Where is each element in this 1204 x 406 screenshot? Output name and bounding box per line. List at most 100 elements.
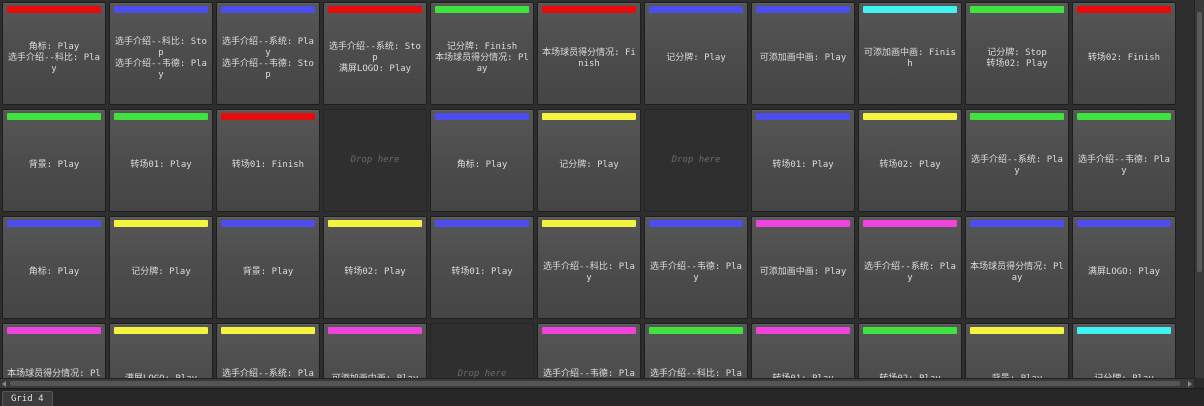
cell-color-bar [221,113,315,120]
drop-here-label: Drop here [457,369,507,378]
cell-color-bar [542,327,636,334]
grid-cell[interactable]: 转场01: Play [751,109,855,212]
grid-cell[interactable]: 记分牌: Play [1072,323,1176,378]
cell-color-bar [649,6,743,13]
grid-cell[interactable]: 选手介绍--科比: Play [537,216,641,319]
cell-color-bar [435,6,529,13]
grid-cell-empty[interactable]: Drop here [323,109,427,212]
cell-color-bar [1077,327,1171,334]
grid-cell[interactable]: 记分牌: Play [109,216,213,319]
horizontal-scrollbar-thumb[interactable] [10,381,1180,386]
cell-label: 转场01: Play [451,267,513,277]
cell-color-bar [970,6,1064,13]
grid-cell[interactable]: 角标: Play [2,216,106,319]
grid-cell[interactable]: 背景: Play [2,109,106,212]
tab-grid-4[interactable]: Grid 4 [2,391,53,406]
scroll-right-arrow-icon[interactable] [1188,381,1192,387]
grid-cell[interactable]: 转场02: Finish [1072,2,1176,105]
cell-label: 选手介绍--科比: Play [543,261,635,283]
grid-cell[interactable]: 选手介绍--系统: Play 选手介绍--韦德: Stop [216,2,320,105]
cell-color-bar [114,113,208,120]
cell-label: 角标: Play 选手介绍--科比: Play [8,42,100,74]
cell-color-bar [328,327,422,334]
grid-cell[interactable]: 满屏LOGO: Play [1072,216,1176,319]
cell-color-bar [542,6,636,13]
cell-label: 选手介绍--系统: Play [222,368,314,379]
grid-cell[interactable]: 选手介绍--系统: Play [858,216,962,319]
cell-label: 背景: Play [28,160,80,170]
cell-label: 转场01: Finish [231,160,305,170]
grid-cell[interactable]: 转场02: Play [323,216,427,319]
cell-color-bar [649,327,743,334]
cell-label: 满屏LOGO: Play [1087,267,1161,277]
grid-cell[interactable]: 记分牌: Play [537,109,641,212]
grid-cell[interactable]: 转场01: Play [109,109,213,212]
cell-label: 满屏LOGO: Play [113,334,209,378]
cell-label: 记分牌: Play [131,267,191,277]
vertical-scrollbar[interactable] [1194,0,1204,378]
cell-color-bar [435,113,529,120]
grid-cell[interactable]: 选手介绍--科比: Play [644,323,748,378]
tab-bar: Grid 4 [0,388,1204,406]
cell-label: 本场球员得分情况: Play [7,368,101,379]
grid-cell[interactable]: 转场02: Play [858,323,962,378]
grid-cell[interactable]: 选手介绍--系统: Play [965,109,1069,212]
grid-cell[interactable]: 本场球员得分情况: Finish [537,2,641,105]
grid-cell[interactable]: 可添加画中画: Play [751,2,855,105]
grid-cell[interactable]: 本场球员得分情况: Play [2,323,106,378]
cell-label: 转场01: Play [772,160,834,170]
vertical-scrollbar-thumb[interactable] [1197,12,1202,272]
cue-grid: 角标: Play 选手介绍--科比: Play 选手介绍--科比: Stop 选手… [2,2,1176,378]
scroll-left-arrow-icon[interactable] [2,381,6,387]
grid-cell[interactable]: 转场02: Play [858,109,962,212]
cell-color-bar [1077,220,1171,227]
grid-cell[interactable]: 记分牌: Play [644,2,748,105]
grid-cell[interactable]: 选手介绍--韦德: Play [1072,109,1176,212]
grid-cell[interactable]: 转场01: Finish [216,109,320,212]
grid-cell[interactable]: 选手介绍--系统: Play [216,323,320,378]
grid-cell[interactable]: 可添加画中画: Finish [858,2,962,105]
cell-label: 转场02: Finish [1087,53,1161,63]
grid-cell[interactable]: 记分牌: Stop 转场02: Play [965,2,1069,105]
grid-cell[interactable]: 选手介绍--韦德: Play [644,216,748,319]
grid-viewport: 角标: Play 选手介绍--科比: Play 选手介绍--科比: Stop 选手… [0,0,1194,378]
cell-color-bar [1077,6,1171,13]
grid-cell-empty[interactable]: Drop here [644,109,748,212]
grid-cell[interactable]: 记分牌: Finish 本场球员得分情况: Play [430,2,534,105]
grid-cell[interactable]: 角标: Play 选手介绍--科比: Play [2,2,106,105]
cell-label: 转场02: Play [879,160,941,170]
grid-cell[interactable]: 转场01: Play [430,216,534,319]
cell-label: 记分牌: Play [1076,334,1172,378]
cell-label: 背景: Play [969,334,1065,378]
cell-label: 转场02: Play [344,267,406,277]
grid-cell[interactable]: 背景: Play [216,216,320,319]
cell-label: 可添加画中画: Play [759,267,847,277]
grid-cell[interactable]: 满屏LOGO: Play [109,323,213,378]
grid-cell[interactable]: 转场01: Play [751,323,855,378]
cell-label: 选手介绍--系统: Play 选手介绍--韦德: Stop [222,36,314,80]
cell-label: 选手介绍--科比: Play [650,368,742,379]
horizontal-scrollbar[interactable] [0,378,1194,388]
cell-label: 转场02: Play [862,334,958,378]
cell-label: 记分牌: Stop 转场02: Play [986,47,1048,69]
cell-color-bar [970,113,1064,120]
cell-color-bar [863,220,957,227]
grid-cell[interactable]: 选手介绍--系统: Stop 满屏LOGO: Play [323,2,427,105]
cell-color-bar [863,327,957,334]
cell-label: 选手介绍--韦德: Play [1078,154,1170,176]
grid-cell[interactable]: 可添加画中画: Play [751,216,855,319]
grid-cell[interactable]: 角标: Play [430,109,534,212]
grid-cell[interactable]: 选手介绍--韦德: Play [537,323,641,378]
grid-cell[interactable]: 选手介绍--科比: Stop 选手介绍--韦德: Play [109,2,213,105]
grid-cell[interactable]: 可添加画中画: Play [323,323,427,378]
cell-color-bar [649,220,743,227]
grid-cell-empty[interactable]: Drop here [430,323,534,378]
cell-label: 记分牌: Play [666,53,726,63]
cell-color-bar [435,220,529,227]
grid-cell[interactable]: 本场球员得分情况: Play [965,216,1069,319]
grid-cell[interactable]: 背景: Play [965,323,1069,378]
cell-color-bar [756,113,850,120]
cell-color-bar [221,220,315,227]
cell-label: 可添加画中画: Play [759,53,847,63]
cell-label: 本场球员得分情况: Finish [542,47,636,69]
